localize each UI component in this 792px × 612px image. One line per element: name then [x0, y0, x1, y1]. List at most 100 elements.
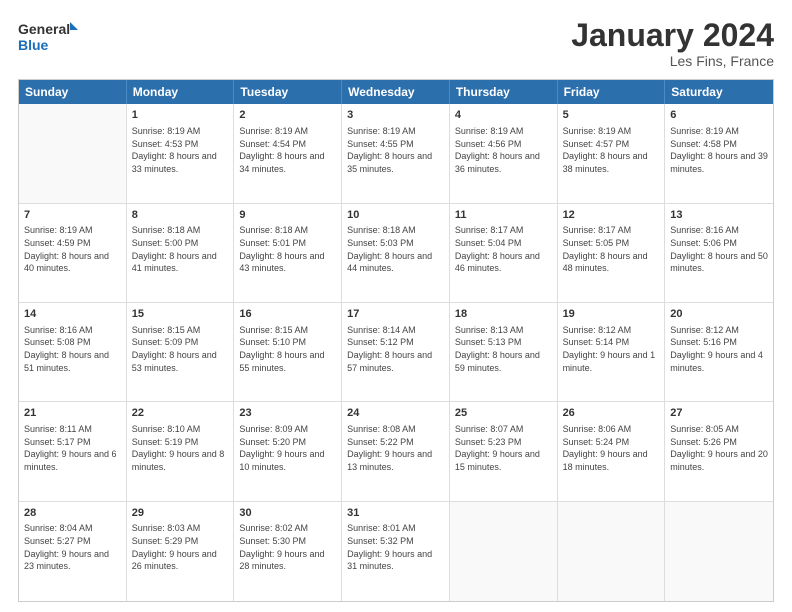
svg-text:Blue: Blue: [18, 37, 49, 53]
cal-header-day: Thursday: [450, 80, 558, 104]
cal-cell: 16 Sunrise: 8:15 AMSunset: 5:10 PMDayligh…: [234, 303, 342, 401]
cal-cell: 30Sunrise: 8:02 AMSunset: 5:30 PMDayligh…: [234, 502, 342, 601]
cell-info: Sunrise: 8:02 AMSunset: 5:30 PMDaylight:…: [239, 522, 336, 572]
day-number: 12: [563, 208, 660, 223]
cell-info: Sunrise: 8:16 AMSunset: 5:08 PMDaylight:…: [24, 324, 121, 374]
header: General Blue January 2024 Les Fins, Fran…: [18, 18, 774, 69]
title-area: January 2024 Les Fins, France: [571, 18, 774, 69]
cell-info: Sunrise: 8:04 AMSunset: 5:27 PMDaylight:…: [24, 522, 121, 572]
day-number: 1: [132, 108, 229, 123]
cell-info: Sunrise: 8:13 AMSunset: 5:13 PMDaylight:…: [455, 324, 552, 374]
cal-header-day: Wednesday: [342, 80, 450, 104]
cell-info: Sunrise: 8:08 AMSunset: 5:22 PMDaylight:…: [347, 423, 444, 473]
day-number: 15: [132, 307, 229, 322]
day-number: 16: [239, 307, 336, 322]
cal-header-day: Sunday: [19, 80, 127, 104]
cal-cell: [665, 502, 773, 601]
cal-cell: 2 Sunrise: 8:19 AMSunset: 4:54 PMDaylight…: [234, 104, 342, 202]
cal-cell: 5 Sunrise: 8:19 AMSunset: 4:57 PMDaylight…: [558, 104, 666, 202]
cal-header-day: Monday: [127, 80, 235, 104]
cal-cell: 12Sunrise: 8:17 AMSunset: 5:05 PMDayligh…: [558, 204, 666, 302]
cell-info: Sunrise: 8:17 AMSunset: 5:05 PMDaylight:…: [563, 224, 660, 274]
calendar-header: SundayMondayTuesdayWednesdayThursdayFrid…: [19, 80, 773, 104]
cell-info: Sunrise: 8:12 AMSunset: 5:16 PMDaylight:…: [670, 324, 768, 374]
day-number: 20: [670, 307, 768, 322]
cell-info: Sunrise: 8:14 AMSunset: 5:12 PMDaylight:…: [347, 324, 444, 374]
day-number: 2: [239, 108, 336, 123]
cell-info: Sunrise: 8:16 AMSunset: 5:06 PMDaylight:…: [670, 224, 768, 274]
cal-header-day: Tuesday: [234, 80, 342, 104]
cal-cell: 28Sunrise: 8:04 AMSunset: 5:27 PMDayligh…: [19, 502, 127, 601]
day-number: 10: [347, 208, 444, 223]
cal-cell: 19 Sunrise: 8:12 AMSunset: 5:14 PMDayligh…: [558, 303, 666, 401]
cell-info: Sunrise: 8:10 AMSunset: 5:19 PMDaylight:…: [132, 423, 229, 473]
cal-cell: 3 Sunrise: 8:19 AMSunset: 4:55 PMDaylight…: [342, 104, 450, 202]
cell-info: Sunrise: 8:12 AMSunset: 5:14 PMDaylight:…: [563, 324, 660, 374]
location-subtitle: Les Fins, France: [571, 53, 774, 69]
cal-cell: 22 Sunrise: 8:10 AMSunset: 5:19 PMDayligh…: [127, 402, 235, 500]
cal-cell: 23 Sunrise: 8:09 AMSunset: 5:20 PMDayligh…: [234, 402, 342, 500]
cal-cell: [19, 104, 127, 202]
cal-header-day: Friday: [558, 80, 666, 104]
cell-info: Sunrise: 8:07 AMSunset: 5:23 PMDaylight:…: [455, 423, 552, 473]
cell-info: Sunrise: 8:19 AMSunset: 4:54 PMDaylight:…: [239, 125, 336, 175]
cell-info: Sunrise: 8:11 AMSunset: 5:17 PMDaylight:…: [24, 423, 121, 473]
cell-info: Sunrise: 8:05 AMSunset: 5:26 PMDaylight:…: [670, 423, 768, 473]
cell-info: Sunrise: 8:18 AMSunset: 5:03 PMDaylight:…: [347, 224, 444, 274]
cal-cell: 13Sunrise: 8:16 AMSunset: 5:06 PMDayligh…: [665, 204, 773, 302]
day-number: 17: [347, 307, 444, 322]
cal-cell: 21 Sunrise: 8:11 AMSunset: 5:17 PMDayligh…: [19, 402, 127, 500]
day-number: 11: [455, 208, 552, 223]
cell-info: Sunrise: 8:17 AMSunset: 5:04 PMDaylight:…: [455, 224, 552, 274]
cal-week-row: 14Sunrise: 8:16 AMSunset: 5:08 PMDayligh…: [19, 303, 773, 402]
cal-cell: 17 Sunrise: 8:14 AMSunset: 5:12 PMDayligh…: [342, 303, 450, 401]
cal-cell: 8Sunrise: 8:18 AMSunset: 5:00 PMDaylight…: [127, 204, 235, 302]
cell-info: Sunrise: 8:03 AMSunset: 5:29 PMDaylight:…: [132, 522, 229, 572]
day-number: 6: [670, 108, 768, 123]
cal-cell: 15 Sunrise: 8:15 AMSunset: 5:09 PMDayligh…: [127, 303, 235, 401]
day-number: 28: [24, 506, 121, 521]
cal-header-day: Saturday: [665, 80, 773, 104]
cell-info: Sunrise: 8:06 AMSunset: 5:24 PMDaylight:…: [563, 423, 660, 473]
cell-info: Sunrise: 8:15 AMSunset: 5:10 PMDaylight:…: [239, 324, 336, 374]
day-number: 3: [347, 108, 444, 123]
cal-cell: 31Sunrise: 8:01 AMSunset: 5:32 PMDayligh…: [342, 502, 450, 601]
cal-cell: 7Sunrise: 8:19 AMSunset: 4:59 PMDaylight…: [19, 204, 127, 302]
day-number: 22: [132, 406, 229, 421]
cal-week-row: 1Sunrise: 8:19 AMSunset: 4:53 PMDaylight…: [19, 104, 773, 203]
cell-info: Sunrise: 8:19 AMSunset: 4:55 PMDaylight:…: [347, 125, 444, 175]
cell-info: Sunrise: 8:09 AMSunset: 5:20 PMDaylight:…: [239, 423, 336, 473]
svg-text:General: General: [18, 21, 70, 37]
day-number: 18: [455, 307, 552, 322]
day-number: 5: [563, 108, 660, 123]
day-number: 24: [347, 406, 444, 421]
cal-cell: 4Sunrise: 8:19 AMSunset: 4:56 PMDaylight…: [450, 104, 558, 202]
cal-cell: 25 Sunrise: 8:07 AMSunset: 5:23 PMDayligh…: [450, 402, 558, 500]
day-number: 29: [132, 506, 229, 521]
cal-cell: 24 Sunrise: 8:08 AMSunset: 5:22 PMDayligh…: [342, 402, 450, 500]
cell-info: Sunrise: 8:19 AMSunset: 4:56 PMDaylight:…: [455, 125, 552, 175]
cal-week-row: 7Sunrise: 8:19 AMSunset: 4:59 PMDaylight…: [19, 204, 773, 303]
cal-cell: 14Sunrise: 8:16 AMSunset: 5:08 PMDayligh…: [19, 303, 127, 401]
day-number: 31: [347, 506, 444, 521]
cell-info: Sunrise: 8:15 AMSunset: 5:09 PMDaylight:…: [132, 324, 229, 374]
day-number: 19: [563, 307, 660, 322]
cell-info: Sunrise: 8:19 AMSunset: 4:58 PMDaylight:…: [670, 125, 768, 175]
calendar: SundayMondayTuesdayWednesdayThursdayFrid…: [18, 79, 774, 602]
month-title: January 2024: [571, 18, 774, 53]
day-number: 21: [24, 406, 121, 421]
cal-cell: 11Sunrise: 8:17 AMSunset: 5:04 PMDayligh…: [450, 204, 558, 302]
logo: General Blue: [18, 18, 78, 56]
cell-info: Sunrise: 8:19 AMSunset: 4:59 PMDaylight:…: [24, 224, 121, 274]
cal-week-row: 21 Sunrise: 8:11 AMSunset: 5:17 PMDayligh…: [19, 402, 773, 501]
cal-cell: 10Sunrise: 8:18 AMSunset: 5:03 PMDayligh…: [342, 204, 450, 302]
day-number: 23: [239, 406, 336, 421]
day-number: 30: [239, 506, 336, 521]
cal-cell: [450, 502, 558, 601]
cal-cell: 29Sunrise: 8:03 AMSunset: 5:29 PMDayligh…: [127, 502, 235, 601]
cal-cell: 20 Sunrise: 8:12 AMSunset: 5:16 PMDayligh…: [665, 303, 773, 401]
cal-cell: 27Sunrise: 8:05 AMSunset: 5:26 PMDayligh…: [665, 402, 773, 500]
day-number: 7: [24, 208, 121, 223]
day-number: 25: [455, 406, 552, 421]
cell-info: Sunrise: 8:19 AMSunset: 4:57 PMDaylight:…: [563, 125, 660, 175]
